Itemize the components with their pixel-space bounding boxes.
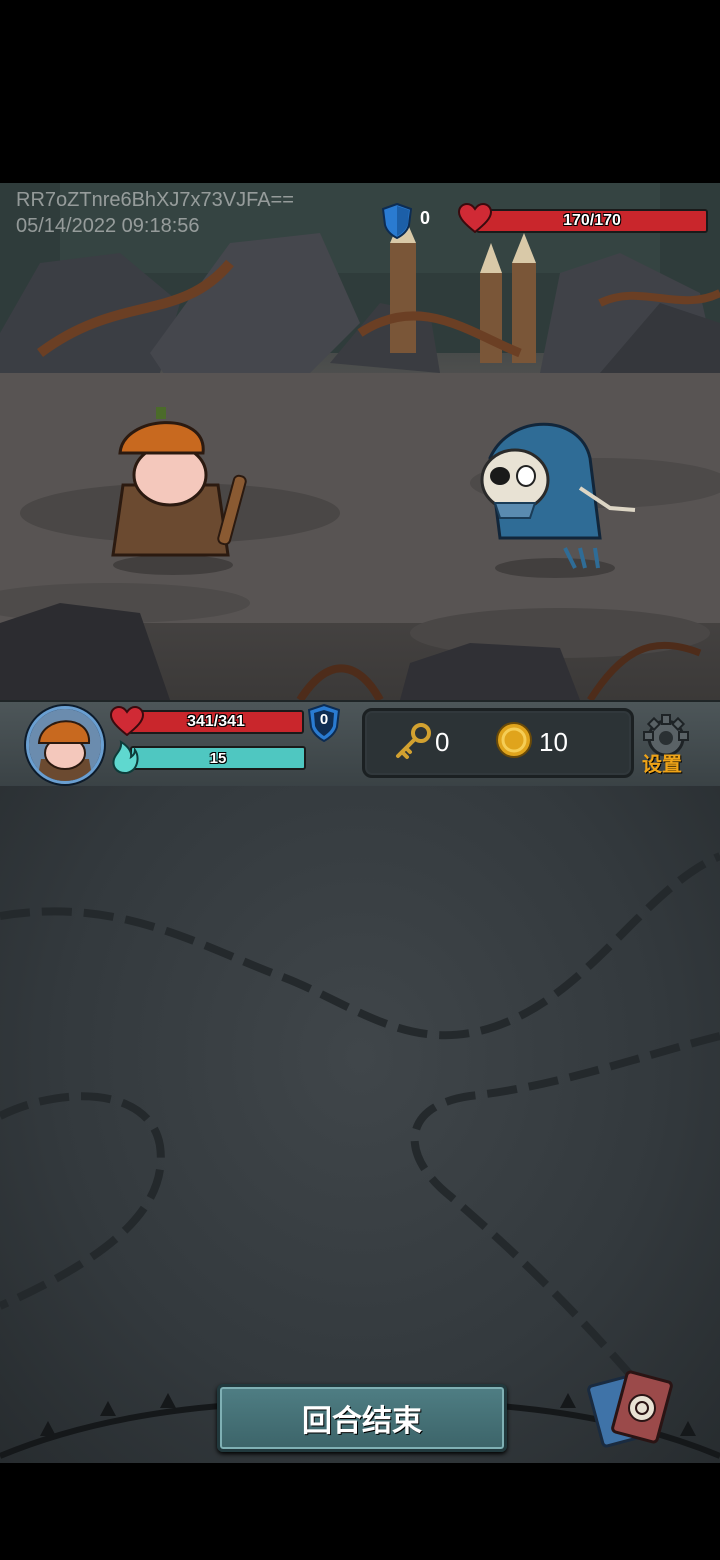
watermark-timestamp: 05/14/2022 09:18:56	[16, 215, 200, 237]
key-count: 0	[435, 727, 450, 757]
enemy-shield-value: 0	[420, 208, 431, 228]
settings-button[interactable]: 设置	[638, 714, 694, 776]
player-status-bar: 341/341 0 15 0 10 设置	[0, 700, 720, 791]
battle-scene: RR7oZTnre6BhXJ7x73VJFA== 05/14/2022 09:1…	[0, 183, 720, 700]
enemy-shield-icon	[382, 203, 412, 239]
player-hp-bar: 341/341	[128, 710, 304, 734]
pumpkin-hero-portrait-icon	[29, 709, 101, 781]
player-portrait[interactable]	[26, 706, 104, 784]
end-turn-button[interactable]: 回合结束	[217, 1384, 507, 1452]
enemy-hp-text: 170/170	[563, 212, 621, 229]
player-energy-text: 15	[209, 749, 227, 767]
map-path-decoration	[0, 852, 720, 1459]
enemy-hp-bar: 170/170	[476, 209, 708, 233]
player-heart-icon	[110, 706, 144, 736]
resources-panel: 0 10	[362, 708, 634, 778]
deck-cards-icon[interactable]	[585, 1370, 685, 1450]
settings-label: 设置	[642, 754, 682, 776]
player-shield-value: 0	[319, 711, 329, 728]
player-hp-text: 341/341	[187, 713, 245, 730]
watermark-id: RR7oZTnre6BhXJ7x73VJFA==	[16, 189, 294, 211]
player-energy-bar: 15	[130, 746, 306, 770]
hero-character[interactable]	[98, 405, 248, 575]
card-hand-area	[0, 786, 720, 1463]
energy-flame-icon	[112, 740, 139, 774]
enemy-heart-icon	[458, 203, 492, 233]
gold-count: 10	[539, 727, 568, 757]
key-icon	[396, 723, 431, 759]
skeleton-enemy[interactable]	[460, 418, 650, 583]
gold-coin-icon	[496, 722, 532, 758]
